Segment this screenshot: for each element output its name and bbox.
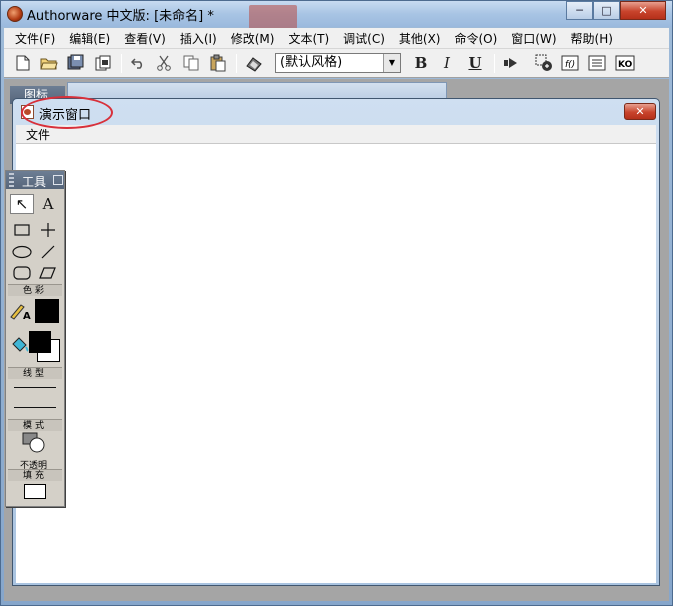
menu-modify[interactable]: 修改(M) [224, 30, 282, 47]
underline-icon[interactable]: U [465, 53, 485, 73]
toolbar-separator [236, 54, 237, 73]
tools-palette-title: 工具 [22, 175, 47, 189]
svg-text:A: A [23, 311, 31, 321]
save-all-icon[interactable] [66, 53, 86, 73]
crosshair-tool-icon[interactable] [36, 220, 60, 240]
line-color-swatch[interactable] [35, 299, 59, 323]
window-title: Authorware 中文版: [未命名] * [27, 9, 214, 24]
cut-icon[interactable] [154, 53, 174, 73]
paste-icon[interactable] [208, 53, 228, 73]
functions-icon[interactable]: f() [560, 53, 580, 73]
ellipse-tool-icon[interactable] [10, 242, 34, 262]
mode-section-label: 模式 [8, 419, 62, 431]
color-section-label: 色彩 [8, 284, 62, 296]
line-color-pencil-icon[interactable]: A [8, 301, 32, 321]
text-style-value: (默认风格) [280, 55, 343, 70]
fill-pattern-swatch[interactable] [24, 484, 46, 499]
minimize-button[interactable]: ─ [566, 1, 593, 20]
toolbar: (默认风格) ▼ B I U f() KO [4, 49, 669, 78]
caption-buttons: ─ □ ✕ [566, 1, 666, 20]
run-icon[interactable] [501, 53, 521, 73]
tools-palette-header[interactable]: 工具 [6, 171, 64, 189]
find-icon[interactable] [244, 53, 264, 73]
text-style-select[interactable]: (默认风格) ▼ [275, 53, 401, 73]
menu-help[interactable]: 帮助(H) [564, 30, 620, 47]
toolbar-separator [121, 54, 122, 73]
bold-icon[interactable]: B [411, 53, 431, 73]
line-sample-thin[interactable] [14, 387, 56, 388]
fill-section-label: 填充 [8, 469, 62, 481]
menu-bar: 文件(F) 编辑(E) 查看(V) 插入(I) 修改(M) 文本(T) 调试(C… [4, 28, 669, 49]
knowledge-objects-icon[interactable]: KO [615, 53, 635, 73]
tools-close-icon[interactable] [53, 175, 63, 185]
presentation-close-button[interactable]: ✕ [624, 103, 656, 120]
undo-icon[interactable] [128, 53, 148, 73]
tools-palette: 工具 ↖ A 色彩 A 线型 模式 不透明 填充 [5, 170, 65, 507]
menu-text[interactable]: 文本(T) [281, 30, 336, 47]
copy-icon[interactable] [181, 53, 201, 73]
chevron-down-icon[interactable]: ▼ [383, 54, 400, 72]
presentation-canvas[interactable] [16, 144, 656, 583]
new-icon[interactable] [13, 53, 33, 73]
line-sample-medium[interactable] [14, 407, 56, 408]
line-style-section-label: 线型 [8, 367, 62, 379]
close-button[interactable]: ✕ [620, 1, 666, 20]
text-tool-icon[interactable]: A [36, 194, 60, 214]
menu-insert[interactable]: 插入(I) [173, 30, 224, 47]
menu-command[interactable]: 命令(O) [447, 30, 504, 47]
menu-debug[interactable]: 调试(C) [336, 30, 392, 47]
menu-edit[interactable]: 编辑(E) [62, 30, 117, 47]
maximize-button[interactable]: □ [593, 1, 620, 20]
variables-icon[interactable] [587, 53, 607, 73]
authorware-app-icon [7, 6, 23, 22]
highlight-ellipse [21, 96, 113, 129]
polygon-tool-icon[interactable] [36, 263, 60, 283]
drag-grip-icon[interactable] [9, 173, 14, 187]
main-window: Authorware 中文版: [未命名] * ─ □ ✕ 文件(F) 编辑(E… [0, 0, 673, 606]
svg-text:KO: KO [618, 60, 633, 70]
italic-icon[interactable]: I [437, 53, 457, 73]
title-bar: Authorware 中文版: [未命名] * ─ □ ✕ [1, 1, 672, 35]
menu-other[interactable]: 其他(X) [392, 30, 448, 47]
presentation-window: 演示窗口 ✕ 文件 [12, 98, 660, 586]
import-icon[interactable] [93, 53, 113, 73]
control-panel-icon[interactable] [534, 53, 554, 73]
opaque-mode-icon[interactable] [22, 432, 46, 453]
toolbar-separator [494, 54, 495, 73]
pointer-tool-icon[interactable]: ↖ [10, 194, 34, 214]
presentation-menu-file[interactable]: 文件 [26, 126, 50, 143]
svg-text:f(): f() [565, 60, 575, 70]
menu-file[interactable]: 文件(F) [8, 30, 62, 47]
rounded-rectangle-tool-icon[interactable] [10, 263, 34, 283]
line-tool-icon[interactable] [36, 242, 60, 262]
rectangle-tool-icon[interactable] [10, 220, 34, 240]
menu-view[interactable]: 查看(V) [117, 30, 173, 47]
presentation-menu-bar: 文件 [16, 125, 656, 144]
menu-window[interactable]: 窗口(W) [504, 30, 563, 47]
open-icon[interactable] [39, 53, 59, 73]
foreground-color-swatch[interactable] [29, 331, 51, 353]
